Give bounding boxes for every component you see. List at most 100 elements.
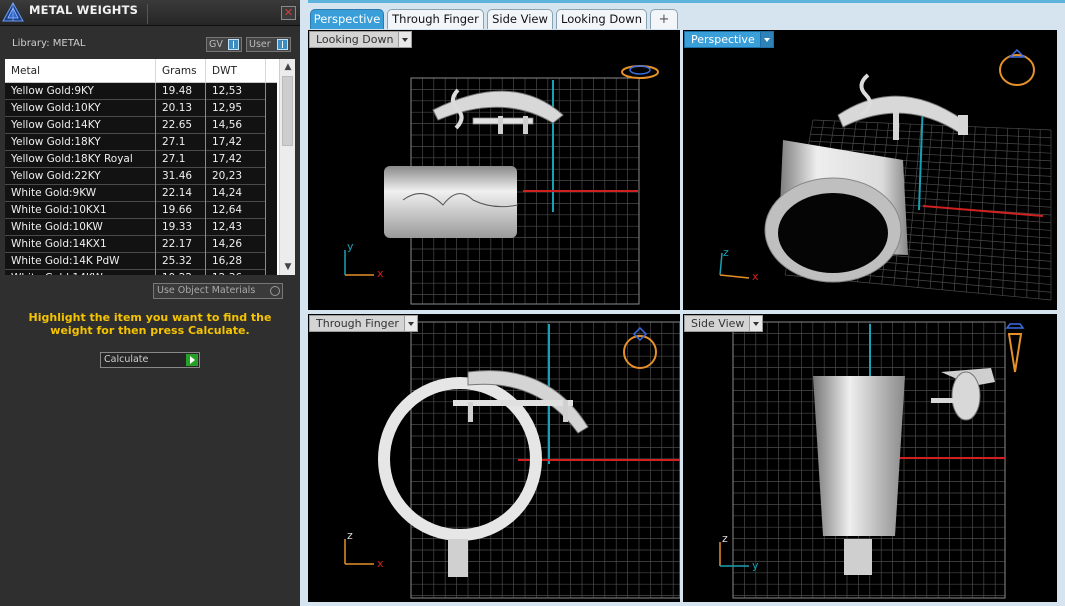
play-arrow-icon (186, 354, 198, 366)
top-accent-strip (308, 0, 1065, 3)
viewport-title: Side View (691, 317, 745, 330)
dwt-cell: 12,36 (206, 270, 266, 275)
dropdown-arrow-icon[interactable] (759, 32, 773, 47)
table-row[interactable]: Yellow Gold:22KY 31.46 20,23 (5, 168, 277, 185)
metal-cell: White Gold:14KW (5, 270, 156, 275)
table-scrollbar[interactable]: ▲ ▼ (279, 59, 295, 275)
tab-perspective[interactable]: Perspective (310, 9, 384, 29)
viewport-area: Perspective Through Finger Side View Loo… (300, 0, 1065, 606)
metal-cell: White Gold:10KW (5, 219, 156, 236)
table-row[interactable]: White Gold:14KW19.2212,36 (5, 270, 277, 275)
close-button[interactable]: ✕ (281, 6, 296, 20)
viewport-looking-down[interactable]: y x Looking Down (308, 30, 680, 310)
scroll-up-icon[interactable]: ▲ (283, 62, 293, 72)
viewport-perspective[interactable]: z x Perspective (683, 30, 1057, 310)
panel-title: METAL WEIGHTS (29, 3, 139, 17)
row-filler (266, 270, 277, 275)
use-object-materials-toggle[interactable]: Use Object Materials (153, 283, 283, 299)
toggle-icon (277, 39, 288, 50)
metal-cell: Yellow Gold:10KY (5, 100, 156, 117)
row-filler (266, 219, 277, 236)
dwt-cell: 17,42 (206, 151, 266, 168)
grams-cell: 19.66 (156, 202, 206, 219)
axis-z-label: z (723, 246, 729, 259)
side-view-scene: z y (719, 321, 1025, 599)
row-filler (266, 253, 277, 270)
viewport-title: Perspective (691, 33, 755, 46)
grams-cell: 31.46 (156, 168, 206, 185)
toggle-icon (228, 39, 239, 50)
app-logo-icon (2, 1, 24, 24)
row-filler (266, 236, 277, 253)
calculate-button[interactable]: Calculate (100, 352, 200, 368)
table-row[interactable]: Yellow Gold:18KY 27.1 17,42 (5, 134, 277, 151)
table-row[interactable]: Yellow Gold:10KY 20.13 12,95 (5, 100, 277, 117)
scroll-down-icon[interactable]: ▼ (283, 262, 293, 272)
axis-triad-icon (344, 250, 374, 276)
axis-z-label: z (722, 532, 728, 545)
panel-titlebar: METAL WEIGHTS ✕ (0, 0, 300, 26)
column-header-grams[interactable]: Grams (156, 59, 206, 83)
gizmo-icon (1005, 323, 1025, 373)
table-row[interactable]: Yellow Gold:9KY 19.48 12,53 (5, 83, 277, 100)
grams-cell: 19.22 (156, 270, 206, 275)
gizmo-icon (621, 65, 659, 79)
table-row[interactable]: Yellow Gold:14KY 22.65 14,56 (5, 117, 277, 134)
gizmo-icon (999, 48, 1035, 86)
dwt-cell: 14,26 (206, 236, 266, 253)
row-filler (266, 134, 277, 151)
viewport-menu-side-view[interactable]: Side View (684, 315, 764, 332)
viewport-menu-perspective[interactable]: Perspective (684, 31, 774, 48)
viewport-menu-through-finger[interactable]: Through Finger (309, 315, 418, 332)
metal-cell: Yellow Gold:18KY Royal (5, 151, 156, 168)
gv-library-toggle[interactable]: GV (206, 37, 242, 52)
table-row[interactable]: White Gold:14KX1 22.17 14,26 (5, 236, 277, 253)
titlebar-divider (147, 4, 148, 24)
dwt-cell: 12,43 (206, 219, 266, 236)
table-body: Yellow Gold:9KY 19.48 12,53 Yellow Gold:10K… (5, 83, 277, 275)
viewport-menu-looking-down[interactable]: Looking Down (309, 31, 413, 48)
tab-through-finger[interactable]: Through Finger (387, 9, 484, 29)
row-filler (266, 185, 277, 202)
tab-side-view[interactable]: Side View (487, 9, 553, 29)
column-header-metal[interactable]: Metal (5, 59, 156, 83)
viewport-title: Looking Down (316, 33, 394, 46)
through-finger-scene: z x (344, 321, 680, 599)
axis-y-label: y (347, 240, 354, 253)
dwt-cell: 12,53 (206, 83, 266, 100)
dwt-cell: 12,95 (206, 100, 266, 117)
scroll-thumb[interactable] (282, 76, 293, 146)
ring-model (378, 370, 589, 577)
gv-label: GV (209, 39, 223, 50)
metal-cell: White Gold:10KX1 (5, 202, 156, 219)
dwt-cell: 16,28 (206, 253, 266, 270)
tab-looking-down[interactable]: Looking Down (556, 9, 647, 29)
dwt-cell: 14,56 (206, 117, 266, 134)
metal-table: Metal Grams DWT Yellow Gold:9KY 19.48 12,5… (5, 59, 295, 275)
table-row[interactable]: White Gold:9KW 22.14 14,24 (5, 185, 277, 202)
table-row[interactable]: White Gold:10KX1 19.66 12,64 (5, 202, 277, 219)
add-tab-button[interactable]: + (650, 9, 678, 29)
column-header-dwt[interactable]: DWT (206, 59, 266, 83)
grams-cell: 20.13 (156, 100, 206, 117)
user-library-toggle[interactable]: User (246, 37, 291, 52)
axis-x-label: x (377, 267, 384, 280)
viewport-title: Through Finger (316, 317, 399, 330)
dropdown-arrow-icon[interactable] (749, 316, 763, 331)
table-row[interactable]: Yellow Gold:18KY Royal 27.1 17,42 (5, 151, 277, 168)
dropdown-arrow-icon[interactable] (403, 316, 417, 331)
dropdown-arrow-icon[interactable] (398, 32, 412, 47)
viewport-side-view[interactable]: z y Side View (683, 314, 1057, 602)
perspective-scene: z x (719, 48, 1052, 301)
library-label: Library: METAL (12, 38, 86, 49)
viewport-through-finger[interactable]: z x Through Finger (308, 314, 680, 602)
table-row[interactable]: White Gold:10KW 19.33 12,43 (5, 219, 277, 236)
view-tab-bar: Perspective Through Finger Side View Loo… (300, 6, 1065, 30)
table-row[interactable]: White Gold:14K PdW 25.32 16,28 (5, 253, 277, 270)
looking-down-scene: y x (344, 65, 659, 305)
calculate-label: Calculate (104, 354, 149, 365)
metal-cell: Yellow Gold:14KY (5, 117, 156, 134)
metal-cell: Yellow Gold:9KY (5, 83, 156, 100)
dwt-cell: 17,42 (206, 134, 266, 151)
row-filler (266, 117, 277, 134)
